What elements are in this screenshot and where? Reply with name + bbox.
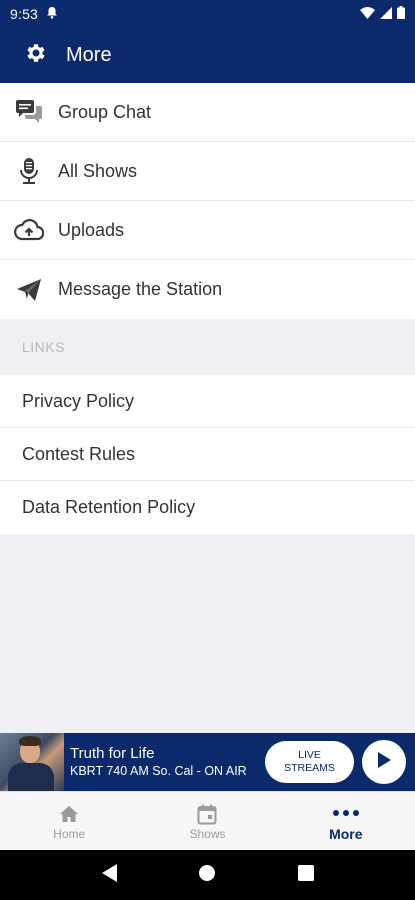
calendar-icon [197,801,217,827]
links-section-header: LINKS [0,319,415,375]
tab-home[interactable]: Home [0,792,138,850]
menu-list: Group Chat All Shows Uploads Message the… [0,83,415,319]
home-icon [59,801,79,827]
tab-label: Home [53,827,86,841]
signal-icon [380,6,392,22]
page-title: More [66,43,112,66]
menu-item-label: Group Chat [58,101,152,122]
microphone-icon [14,156,44,186]
menu-item-label: Message the Station [58,279,223,299]
menu-item-group-chat[interactable]: Group Chat [0,83,415,142]
app-bar: More [0,27,415,83]
now-playing-station: KBRT 740 AM So. Cal - ON AIR [70,764,247,778]
menu-item-label: Uploads [58,219,125,240]
tab-shows[interactable]: Shows [138,792,276,850]
now-playing-title: Truth for Life [70,745,155,762]
now-playing-info: Truth for Life KBRT 740 AM So. Cal - ON … [70,745,247,779]
live-streams-label-line2: STREAMS [284,762,335,774]
tab-label: More [329,826,363,842]
live-streams-label-line1: LIVE [298,749,321,761]
play-icon [376,751,392,774]
menu-item-uploads[interactable]: Uploads [0,201,415,260]
paper-plane-icon [14,275,44,305]
more-dots-icon [332,800,360,826]
battery-icon [397,5,405,22]
back-icon[interactable] [100,863,118,888]
wifi-icon [360,6,375,22]
tab-more[interactable]: More [277,792,415,850]
link-data-retention-policy[interactable]: Data Retention Policy [0,481,415,534]
play-button[interactable] [362,740,406,784]
status-bar: 9:53 [0,0,415,27]
cloud-upload-icon [14,215,44,245]
recents-icon[interactable] [297,864,315,887]
notification-bell-icon [46,6,58,22]
gear-icon [24,41,48,70]
menu-item-all-shows[interactable]: All Shows [0,142,415,201]
chat-icon [14,97,44,127]
menu-item-label: All Shows [58,160,138,181]
menu-item-message-station[interactable]: Message the Station [0,260,415,319]
links-list: Privacy Policy Contest Rules Data Retent… [0,375,415,534]
status-time: 9:53 [10,5,39,22]
show-thumbnail [0,733,64,791]
system-nav-bar [0,850,415,900]
tab-label: Shows [189,827,226,841]
home-circle-icon[interactable] [197,863,217,888]
live-streams-button[interactable]: LIVE STREAMS [265,741,354,783]
bottom-tab-bar: Home Shows More [0,791,415,850]
link-contest-rules[interactable]: Contest Rules [0,428,415,481]
link-privacy-policy[interactable]: Privacy Policy [0,375,415,428]
